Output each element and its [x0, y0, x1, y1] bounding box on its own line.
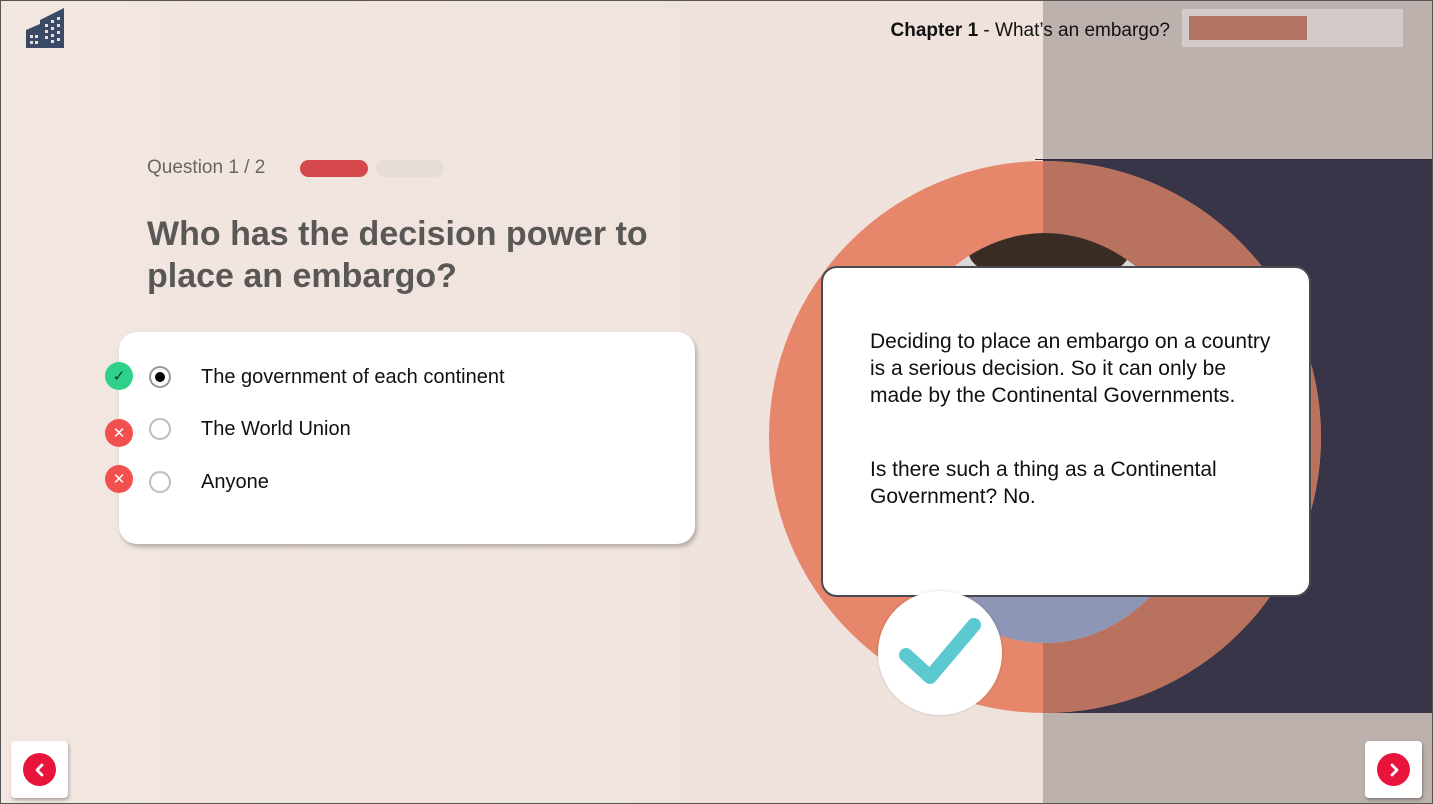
cross-icon: ✕ — [105, 465, 133, 493]
next-button[interactable] — [1365, 741, 1422, 798]
cross-icon: ✕ — [105, 419, 133, 447]
chevron-left-icon — [23, 753, 56, 786]
chapter-title: - What’s an embargo? — [978, 20, 1170, 41]
chapter-progress-fill — [1189, 16, 1307, 40]
chapter-heading: Chapter 1 - What’s an embargo? — [891, 20, 1171, 42]
prev-button[interactable] — [11, 741, 68, 798]
answer-radio-1[interactable] — [149, 366, 171, 388]
chevron-right-icon — [1377, 753, 1410, 786]
feedback-paragraph-1: Deciding to place an embargo on a countr… — [870, 330, 1271, 407]
answer-label-3: Anyone — [201, 471, 269, 493]
answer-label-2: The World Union — [201, 418, 351, 440]
question-counter: Question 1 / 2 — [147, 157, 266, 178]
question-title: Who has the decision power to place an e… — [147, 215, 648, 295]
feedback-card: Deciding to place an embargo on a countr… — [821, 266, 1311, 597]
correct-check-badge — [878, 591, 1002, 715]
feedback-paragraph-2: Is there such a thing as a Continental G… — [870, 458, 1217, 508]
check-icon — [899, 618, 981, 684]
answer-label-1: The government of each continent — [201, 366, 505, 388]
question-step-current — [300, 160, 368, 177]
question-step-next — [376, 160, 444, 177]
check-icon: ✓ — [105, 362, 133, 390]
chapter-progress-bar — [1182, 9, 1403, 47]
answer-radio-2[interactable] — [149, 418, 171, 440]
chapter-number: Chapter 1 — [890, 20, 979, 41]
answer-radio-3[interactable] — [149, 471, 171, 493]
divider-line — [1035, 159, 1433, 160]
building-logo-icon — [26, 8, 64, 48]
